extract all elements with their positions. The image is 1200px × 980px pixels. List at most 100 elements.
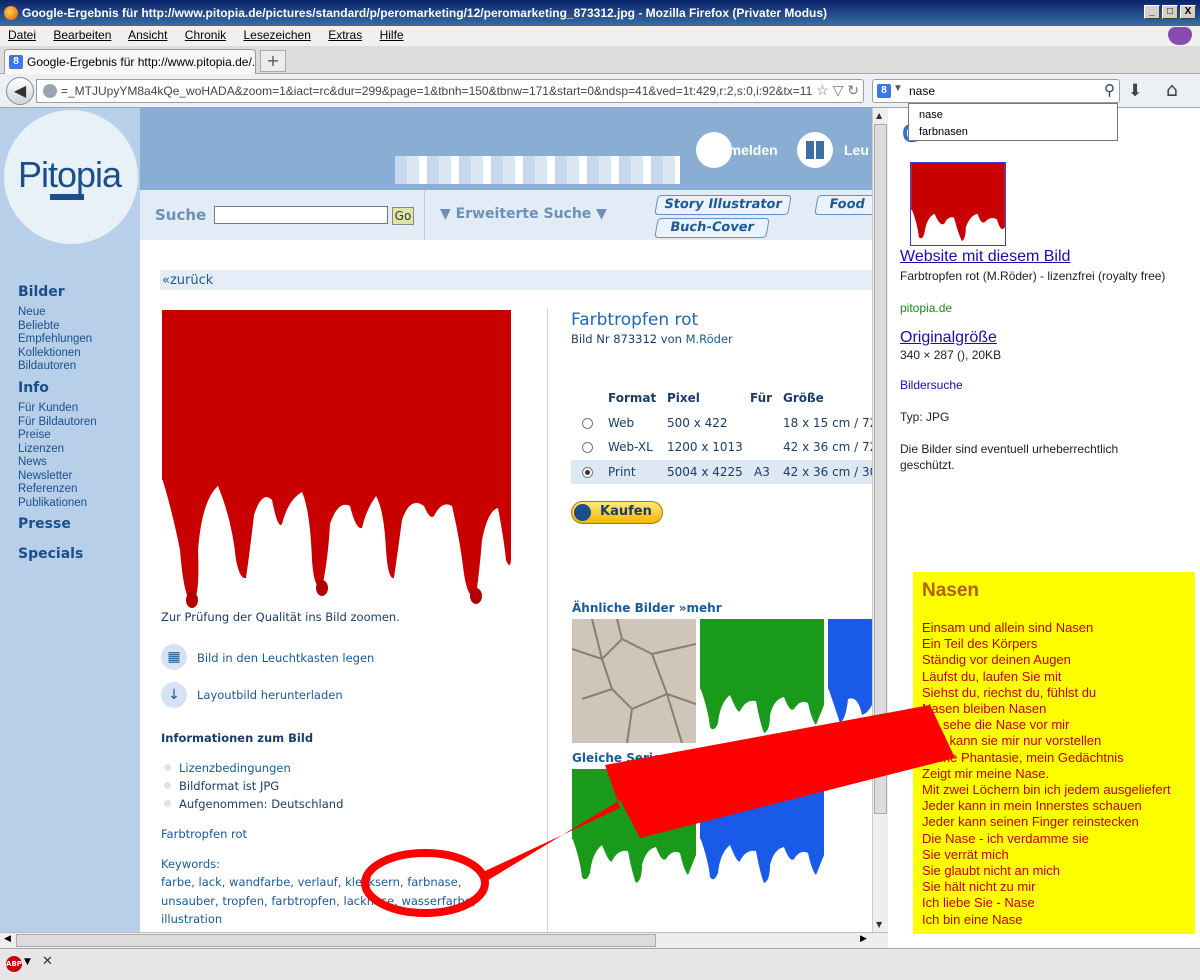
nav-item[interactable]: Für Bildautoren — [18, 416, 97, 430]
lightbox-add-link[interactable]: Bild in den Leuchtkasten legen — [197, 651, 374, 665]
home-icon[interactable]: ⌂ — [1166, 79, 1178, 101]
poem-line: Mit zwei Löchern bin ich jedem ausgelief… — [922, 782, 1171, 798]
website-link[interactable]: Website mit diesem Bild — [900, 248, 1070, 266]
globe-icon — [43, 84, 57, 98]
keywords-line[interactable]: illustration — [161, 912, 222, 926]
go-button[interactable]: Go — [392, 207, 414, 225]
thumbnail-cracked-earth[interactable] — [572, 619, 696, 743]
vertical-scrollbar[interactable]: ▲ ▼ — [872, 108, 888, 932]
menu-datei[interactable]: Datei — [8, 28, 36, 42]
nav-item[interactable]: Lizenzen — [18, 443, 97, 457]
series-green-drips[interactable] — [572, 769, 696, 893]
nav-item[interactable]: Publikationen — [18, 497, 97, 511]
nav-item[interactable]: Bildautoren — [18, 360, 92, 374]
thumbnail-green-drips[interactable] — [700, 619, 824, 743]
image-search-link[interactable]: Bildersuche — [900, 378, 963, 392]
nav-info[interactable]: Info — [6, 376, 49, 402]
adblock-icon[interactable]: ABP — [6, 956, 22, 972]
lightbox-icon[interactable] — [806, 141, 824, 159]
menu-ansicht[interactable]: Ansicht — [128, 28, 167, 42]
table-row[interactable]: Web-XL 1200 x 1013 42 x 36 cm / 72 — [571, 435, 888, 460]
table-row[interactable]: Print 5004 x 4225 A3 42 x 36 cm / 30 — [571, 459, 888, 484]
login-link[interactable]: Anmelden — [710, 142, 778, 158]
reload-icon[interactable]: ↻ — [847, 82, 859, 98]
scroll-thumb[interactable] — [874, 124, 887, 814]
type-text: Typ: JPG — [900, 410, 950, 424]
suggestion-item[interactable]: nase — [919, 107, 1117, 124]
food-button[interactable]: Food — [814, 195, 880, 215]
url-bar[interactable]: =_MTJUpyYM8a4kQe_woHADA&zoom=1&iact=rc&d… — [36, 79, 864, 103]
tab-google-result[interactable]: 8 Google-Ergebnis für http://www.pitopia… — [4, 49, 256, 74]
menu-lesezeichen[interactable]: Lesezeichen — [243, 28, 310, 42]
thumbnail-blue-drips[interactable] — [828, 619, 872, 743]
minimize-button[interactable]: _ — [1144, 5, 1160, 19]
site-search-input[interactable] — [214, 206, 388, 224]
menu-chronik[interactable]: Chronik — [185, 28, 226, 42]
author-link[interactable]: M.Röder — [686, 332, 733, 346]
nav-specials[interactable]: Specials — [5, 542, 83, 568]
lightbox-link[interactable]: Leu — [844, 142, 869, 158]
menu-extras[interactable]: Extras — [328, 28, 362, 42]
engine-dropdown-icon[interactable]: ▼ — [893, 83, 903, 94]
nav-item[interactable]: Für Kunden — [18, 402, 97, 416]
buy-button[interactable]: Kaufen — [571, 501, 663, 524]
location-info: Aufgenommen: Deutschland — [179, 797, 344, 811]
license-link[interactable]: Lizenzbedingungen — [179, 761, 291, 775]
download-arrow-icon[interactable]: ↓ — [161, 682, 187, 708]
nav-presse[interactable]: Presse — [6, 512, 71, 538]
lightbox-add-icon[interactable]: ▦ — [161, 644, 187, 670]
nav-item[interactable]: Referenzen — [18, 483, 97, 497]
search-icon[interactable]: ⚲ — [1104, 81, 1115, 99]
similar-more-link[interactable]: »mehr — [679, 601, 722, 615]
bookmark-star-icon[interactable]: ☆ — [816, 82, 829, 98]
download-icon[interactable]: ⬇ — [1128, 81, 1142, 101]
search-box[interactable]: 8 ▼ nase ⚲ — [872, 79, 1120, 103]
horizontal-scrollbar[interactable]: ◀ ▶ — [0, 932, 888, 948]
nav-bilder[interactable]: Bilder — [6, 280, 65, 306]
table-row[interactable]: Web 500 x 422 18 x 15 cm / 72 — [571, 411, 888, 436]
logo-text: Pitopia — [18, 154, 122, 195]
radio-web[interactable] — [582, 417, 593, 429]
radio-web-xl[interactable] — [582, 442, 593, 453]
close-icon[interactable]: ✕ — [42, 954, 53, 969]
nav-item[interactable]: Neue — [18, 306, 92, 320]
menu-hilfe[interactable]: Hilfe — [380, 28, 404, 42]
page-viewport: Pitopia Bilder Neue Beliebte Empfehlunge… — [0, 108, 888, 932]
series-more-link[interactable]: »mehr — [665, 751, 708, 765]
google-engine-icon[interactable]: 8 — [877, 84, 891, 98]
menu-bearbeiten[interactable]: Bearbeiten — [53, 28, 111, 42]
suggestion-item[interactable]: farbnasen — [919, 124, 1117, 141]
new-tab-button[interactable]: + — [260, 50, 286, 72]
nav-item[interactable]: Newsletter — [18, 470, 97, 484]
pitopia-logo[interactable]: Pitopia — [4, 110, 138, 244]
nav-item[interactable]: Kollektionen — [18, 347, 92, 361]
main-image-red-drips[interactable] — [162, 310, 511, 610]
image-title-small: Farbtropfen rot — [161, 827, 248, 841]
original-size-link[interactable]: Originalgröße — [900, 329, 997, 347]
back-link[interactable]: «zurück — [160, 270, 888, 290]
scroll-thumb[interactable] — [16, 934, 656, 947]
adblock-dropdown-icon[interactable]: ▼ — [24, 957, 31, 967]
buch-cover-button[interactable]: Buch-Cover — [654, 218, 770, 238]
search-suggestions: nase farbnasen — [908, 103, 1118, 141]
nav-item[interactable]: Beliebte — [18, 320, 92, 334]
back-button[interactable]: ◀ — [6, 77, 34, 105]
layout-download-link[interactable]: Layoutbild herunterladen — [197, 688, 343, 702]
dropdown-icon[interactable]: ▽ — [833, 82, 844, 98]
poem-line: Einsam und allein sind Nasen — [922, 620, 1094, 635]
close-button[interactable]: X — [1180, 5, 1196, 19]
story-illustrator-button[interactable]: Story Illustrator — [654, 195, 792, 215]
google-thumbnail[interactable] — [910, 162, 1006, 246]
advanced-search-link[interactable]: ▼ Erweiterte Suche ▼ — [440, 206, 607, 222]
radio-print[interactable] — [582, 466, 593, 478]
product-title: Farbtropfen rot — [571, 310, 699, 330]
nav-item[interactable]: News — [18, 456, 97, 470]
series-blue-drips[interactable] — [700, 769, 824, 893]
nav-item[interactable]: Empfehlungen — [18, 333, 92, 347]
nav-item[interactable]: Preise — [18, 429, 97, 443]
poem-line: Nasen bleiben Nasen — [922, 701, 1047, 717]
keywords-line[interactable]: unsauber, tropfen, farbtropfen, lacknase… — [161, 894, 476, 908]
keywords-line[interactable]: farbe, lack, wandfarbe, verlauf, kleckse… — [161, 875, 461, 889]
search-label: Suche — [155, 206, 207, 224]
maximize-button[interactable]: □ — [1162, 5, 1178, 19]
